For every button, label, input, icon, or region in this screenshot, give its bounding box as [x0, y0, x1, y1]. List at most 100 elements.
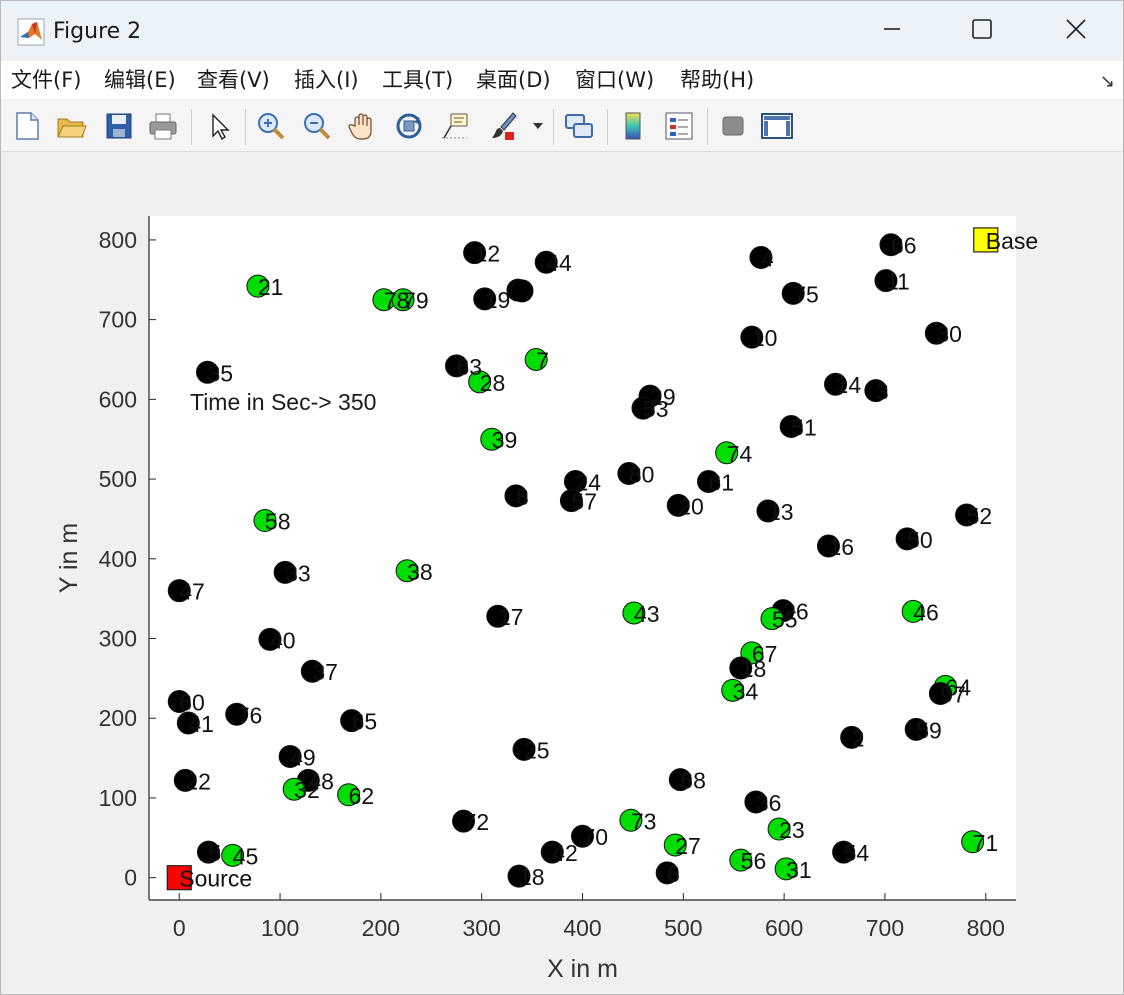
node-label: 80	[629, 461, 655, 487]
node-label: 72	[464, 809, 490, 835]
legend-icon	[665, 112, 693, 140]
node-label: 10	[752, 325, 778, 351]
maximize-button[interactable]	[947, 1, 1017, 57]
node-label: 75	[793, 281, 819, 307]
print-button[interactable]	[145, 108, 181, 144]
node-label: 57	[571, 489, 597, 515]
legend-button[interactable]	[661, 108, 697, 144]
y-tick-label: 400	[99, 546, 137, 572]
menu-window[interactable]: 窗口(W)	[575, 66, 654, 94]
node-label: 2	[852, 725, 865, 751]
link-plot-icon	[565, 114, 593, 138]
node-label: 65	[352, 709, 378, 735]
zoom-out-icon	[304, 113, 331, 140]
brush-dropdown-icon	[533, 123, 543, 129]
hide-plot-tools-button[interactable]	[715, 108, 751, 144]
new-figure-icon	[16, 112, 39, 140]
node-label: 70	[583, 824, 609, 850]
node-label: 14	[836, 372, 862, 398]
menu-tools[interactable]: 工具(T)	[382, 66, 453, 94]
node-label: 5	[208, 840, 221, 866]
node-label: 7	[536, 347, 549, 373]
colorbar-button[interactable]	[615, 108, 651, 144]
node-label: 58	[265, 509, 291, 535]
minimize-icon	[884, 28, 900, 30]
new-figure-button[interactable]	[9, 108, 45, 144]
open-file-icon	[57, 118, 87, 138]
menu-desktop[interactable]: 桌面(D)	[476, 66, 551, 94]
maximize-icon	[972, 19, 992, 39]
data-cursor-icon	[442, 113, 468, 139]
node-label: 16	[828, 534, 854, 560]
y-tick-label: 500	[99, 466, 137, 492]
y-tick-label: 200	[99, 705, 137, 731]
node-label: 42	[552, 840, 578, 866]
node-label: 43	[634, 601, 660, 627]
close-button[interactable]	[1041, 1, 1111, 57]
y-tick-label: 0	[124, 865, 137, 891]
node-label: 74	[727, 441, 753, 467]
menu-edit[interactable]: 编辑(E)	[104, 66, 176, 94]
data-cursor-button[interactable]	[437, 108, 473, 144]
node-label: 21	[258, 274, 284, 300]
node-label: 49	[290, 745, 316, 771]
node-label: 27	[675, 833, 701, 859]
node-marker	[510, 279, 534, 303]
pan-button[interactable]	[345, 108, 381, 144]
node-label: 32	[294, 777, 320, 803]
node-label: 12	[475, 241, 501, 267]
node-label: 34	[733, 678, 759, 704]
rotate-3d-button[interactable]	[391, 108, 427, 144]
matlab-icon	[17, 18, 45, 46]
node-label: 71	[973, 830, 999, 856]
x-tick-label: 600	[765, 915, 803, 941]
axes-background	[149, 216, 1016, 900]
minimize-button[interactable]	[857, 1, 927, 57]
time-annotation: Time in Sec-> 350	[190, 389, 376, 415]
node-label: 76	[237, 702, 263, 728]
brush-button[interactable]	[485, 108, 521, 144]
figure-canvas[interactable]: 0 100 200 300 400 500 600 700 800 0 100 200 300 400 50…	[1, 152, 1123, 994]
menu-bar: 文件(F) 编辑(E) 查看(V) 插入(I) 工具(T) 桌面(D) 窗口(W…	[1, 61, 1123, 99]
select-arrow-button[interactable]	[201, 108, 237, 144]
node-label: 4	[761, 245, 774, 271]
scatter-plot[interactable]: 0 100 200 300 400 500 600 700 800 0 100 200 300 400 50…	[1, 152, 1123, 994]
x-tick-label: 100	[261, 915, 299, 941]
x-tick-label: 700	[866, 915, 904, 941]
menu-file[interactable]: 文件(F)	[11, 66, 81, 94]
brush-icon	[492, 112, 517, 140]
zoom-in-button[interactable]	[253, 108, 289, 144]
print-icon	[149, 113, 177, 140]
node-label: 37	[312, 659, 338, 685]
undock-arrow-icon[interactable]: ↘	[1100, 71, 1115, 92]
open-file-button[interactable]	[53, 108, 89, 144]
close-icon	[1066, 19, 1086, 39]
node-label: 79	[403, 288, 429, 314]
x-tick-label: 300	[462, 915, 500, 941]
node-label: 44	[546, 250, 572, 276]
link-plot-button[interactable]	[561, 108, 597, 144]
colorbar-icon	[625, 112, 641, 140]
menu-insert[interactable]: 插入(I)	[294, 66, 359, 94]
brush-dropdown-button[interactable]	[529, 108, 547, 144]
zoom-out-button[interactable]	[299, 108, 335, 144]
node-label: 62	[349, 783, 375, 809]
node-label: 6	[667, 861, 680, 887]
source-label: Source	[179, 866, 252, 892]
base-label: Base	[986, 228, 1038, 254]
menu-view[interactable]: 查看(V)	[197, 66, 270, 94]
node-label: 56	[741, 848, 767, 874]
node-label: 73	[631, 808, 657, 834]
node-label: 54	[844, 840, 870, 866]
node-label: 11	[886, 269, 910, 295]
node-label: 36	[756, 790, 782, 816]
menu-help[interactable]: 帮助(H)	[680, 66, 754, 94]
select-arrow-icon	[212, 113, 230, 141]
node-label: 97	[940, 682, 966, 708]
x-tick-label: 0	[173, 915, 186, 941]
node-label: 53	[643, 396, 669, 422]
show-plot-tools-button[interactable]	[759, 108, 795, 144]
title-bar[interactable]: Figure 2	[1, 1, 1123, 57]
save-button[interactable]	[101, 108, 137, 144]
node-label: 50	[907, 527, 933, 553]
